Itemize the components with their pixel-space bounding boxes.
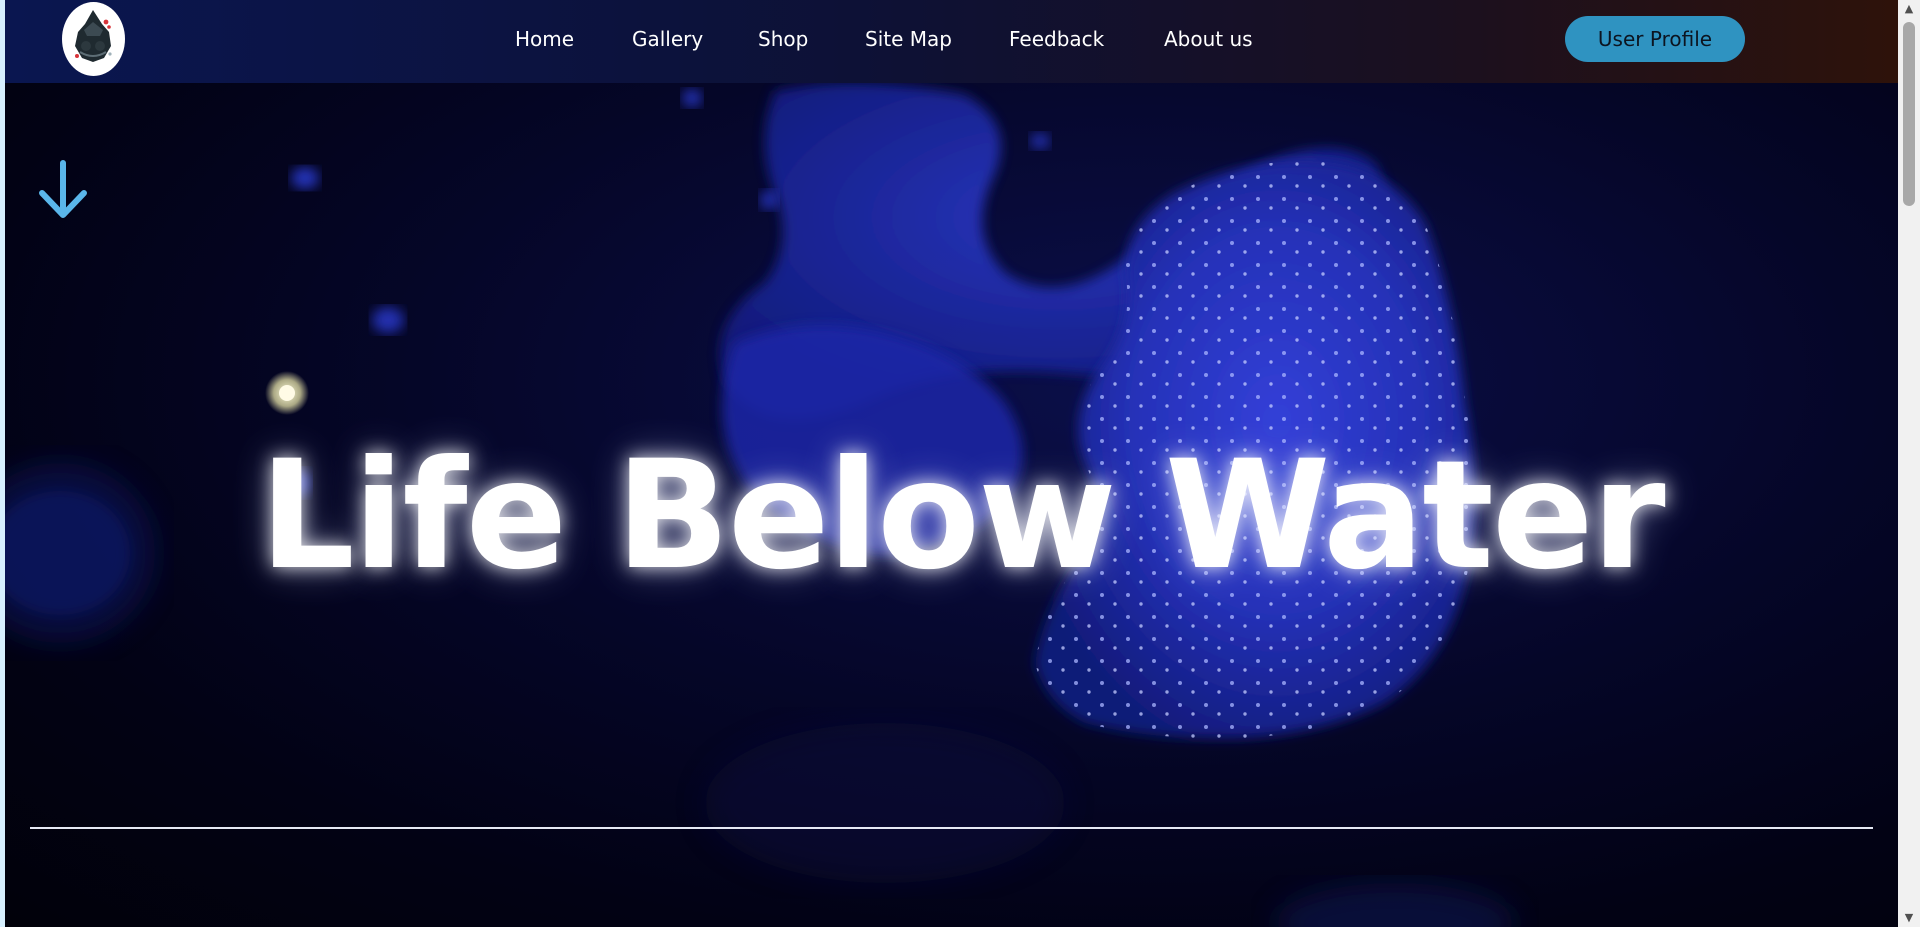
nav-link-shop[interactable]: Shop [758, 27, 808, 51]
page-viewport: Home Gallery Shop Site Map Feedback Abou… [5, 0, 1898, 927]
scroll-down-arrow[interactable] [36, 159, 90, 221]
page-scrollbar[interactable]: ▲ ▼ [1898, 0, 1920, 927]
arrow-down-icon [39, 160, 87, 218]
window-edge [0, 0, 5, 927]
scrollbar-thumb[interactable] [1903, 22, 1915, 206]
hero-title: Life Below Water [259, 428, 1665, 603]
browser-frame: Home Gallery Shop Site Map Feedback Abou… [0, 0, 1920, 927]
hero-section: Life Below Water [5, 83, 1898, 927]
scroll-down-icon[interactable]: ▼ [1898, 909, 1920, 927]
user-profile-button[interactable]: User Profile [1565, 16, 1745, 62]
nav-link-about-us[interactable]: About us [1164, 27, 1253, 51]
section-divider [30, 827, 1873, 829]
nav-link-home[interactable]: Home [515, 27, 574, 51]
nav-link-feedback[interactable]: Feedback [1009, 27, 1104, 51]
top-navbar: Home Gallery Shop Site Map Feedback Abou… [5, 0, 1898, 83]
scroll-up-icon[interactable]: ▲ [1898, 0, 1920, 18]
nav-link-gallery[interactable]: Gallery [632, 27, 703, 51]
nav-link-site-map[interactable]: Site Map [865, 27, 952, 51]
